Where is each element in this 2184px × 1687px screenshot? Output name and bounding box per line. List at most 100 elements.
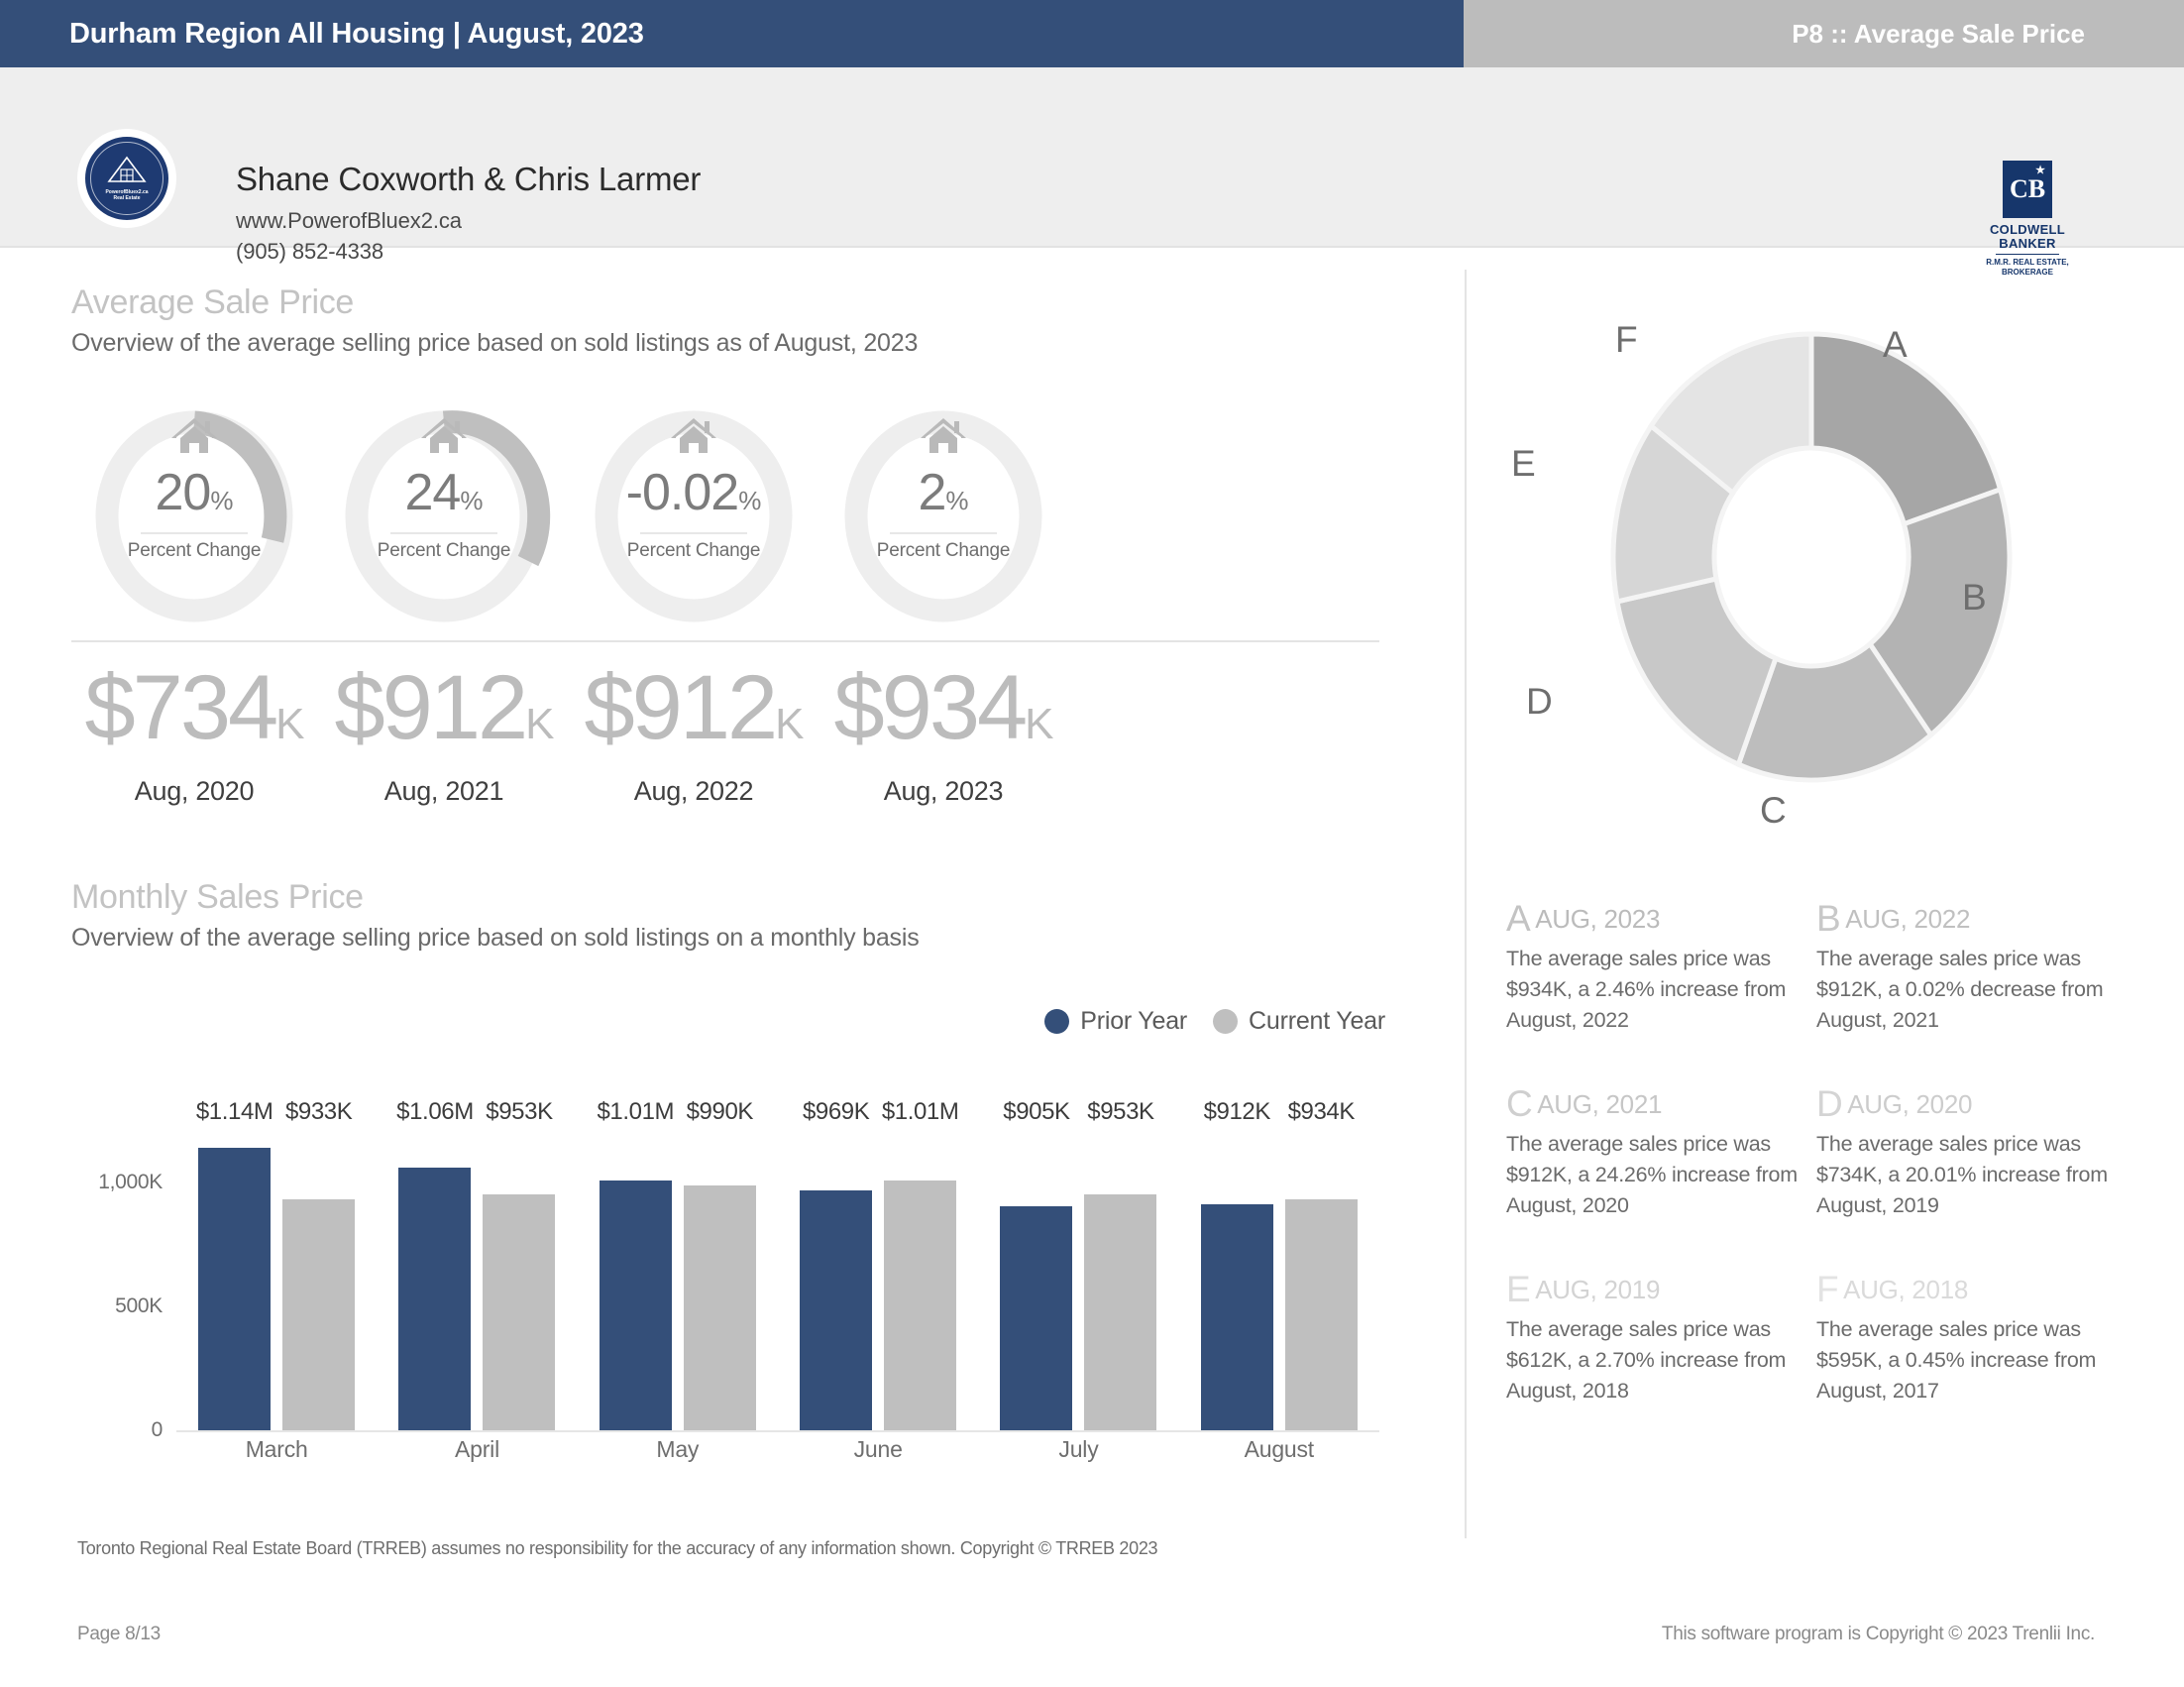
bar-label-july-current: $953K <box>1087 1098 1154 1125</box>
bar-june-prior[interactable]: $969K <box>800 1098 873 1430</box>
brokerage-name-line1: COLDWELL <box>1989 222 2066 237</box>
card-header-d: D AUG, 2020 <box>1816 1083 2127 1125</box>
price-amount-2020: $734 <box>84 657 278 758</box>
chart-legend: Prior Year Current Year <box>1044 1007 1385 1036</box>
house-roof-icon <box>107 156 147 182</box>
gauge-aug-2022: -0.02% Percent Change <box>569 399 819 622</box>
agent-website[interactable]: www.PowerofBluex2.ca <box>236 208 701 234</box>
year-card-d: D AUG, 2020 The average sales price was $7… <box>1816 1083 2127 1221</box>
card-letter-b: B <box>1816 898 1841 939</box>
bar-label-august-prior: $912K <box>1203 1098 1271 1125</box>
bar-june-current[interactable]: $1.01M <box>882 1098 959 1430</box>
price-amount-2021: $912 <box>334 657 528 758</box>
bar-march-current[interactable]: $933K <box>282 1098 356 1430</box>
percent-symbol: % <box>210 486 234 515</box>
bar-label-april-current: $953K <box>486 1098 553 1125</box>
price-cell-2020: $734K Aug, 2020 <box>69 660 319 807</box>
left-column: Average Sale Price Overview of the avera… <box>0 248 1457 1687</box>
chart-x-axis: March April May June July August <box>176 1436 1379 1463</box>
monthly-bar-chart: 0 500K 1,000K $1.14M $933K $1.06M $953K $1.01M… <box>71 1098 1379 1462</box>
card-period-d: AUG, 2020 <box>1847 1089 1973 1119</box>
legend-item-current-year[interactable]: Current Year <box>1213 1007 1385 1036</box>
coldwell-banker-mark-icon: CB ★ <box>2003 161 2052 218</box>
gauge-center-2020: 20% Percent Change <box>69 465 319 562</box>
gauge-aug-2020: 20% Percent Change <box>69 399 319 622</box>
card-period-f: AUG, 2018 <box>1843 1275 1969 1304</box>
gauge-center-2022: -0.02% Percent Change <box>569 465 819 562</box>
bar-label-may-prior: $1.01M <box>597 1098 675 1125</box>
price-unit: K <box>525 700 554 748</box>
card-body-b: The average sales price was $912K, a 0.0… <box>1816 947 2104 1032</box>
main-content: Average Sale Price Overview of the avera… <box>0 248 2184 1687</box>
gauge-center-2021: 24% Percent Change <box>319 465 569 562</box>
bar-wrap-april-prior: $1.06M <box>396 1098 474 1430</box>
card-letter-f: F <box>1816 1269 1839 1309</box>
bar-august-prior[interactable]: $912K <box>1200 1098 1273 1430</box>
bar-label-april-prior: $1.06M <box>396 1098 474 1125</box>
x-label-august: August <box>1244 1436 1315 1462</box>
price-amount-2023: $934 <box>833 657 1028 758</box>
year-card-f: F AUG, 2018 The average sales price was $5… <box>1816 1269 2127 1406</box>
price-cell-2021: $912K Aug, 2021 <box>319 660 569 807</box>
gauge-label-2022: Percent Change <box>626 540 761 561</box>
percent-change-gauges: 20% Percent Change 24% Percent Change -0… <box>0 399 1457 622</box>
bar-label-march-current: $933K <box>284 1098 353 1125</box>
x-label-april: April <box>454 1436 499 1462</box>
average-sale-price-subtitle: Overview of the average selling price ba… <box>71 329 919 357</box>
card-header-e: E AUG, 2019 <box>1506 1269 1816 1310</box>
legend-dot-prior-year <box>1044 1009 1070 1034</box>
page-label: P8 :: Average Sale Price <box>1792 18 2085 49</box>
footer-copyright: This software program is Copyright © 202… <box>1661 1624 2095 1644</box>
bar-label-july-prior: $905K <box>1003 1098 1070 1125</box>
year-card-e: E AUG, 2019 The average sales price was $6… <box>1506 1269 1816 1406</box>
bar-april-prior[interactable]: $1.06M <box>396 1098 474 1430</box>
gauge-label-2023: Percent Change <box>876 540 1011 561</box>
bar-wrap-may-current: $990K <box>683 1098 756 1430</box>
gauge-aug-2021: 24% Percent Change <box>319 399 569 622</box>
donut-label-a: A <box>1883 324 1908 365</box>
card-body-e: The average sales price was $612K, a 2.7… <box>1506 1317 1787 1403</box>
card-header-b: B AUG, 2022 <box>1816 898 2127 940</box>
x-label-july: July <box>1058 1436 1099 1462</box>
price-cell-2022: $912K Aug, 2022 <box>569 660 819 807</box>
percent-symbol: % <box>945 486 969 515</box>
bar-july-current[interactable]: $953K <box>1084 1098 1157 1430</box>
bar-group-may: $1.01M $990K <box>597 1098 756 1430</box>
bar-may-prior[interactable]: $1.01M <box>597 1098 675 1430</box>
bar-april-current[interactable]: $953K <box>483 1098 556 1430</box>
donut-label-e: E <box>1511 443 1536 484</box>
gauge-divider <box>890 532 997 534</box>
bar-label-may-current: $990K <box>686 1098 754 1125</box>
top-header-bar: Durham Region All Housing | August, 2023… <box>0 0 2184 67</box>
gauge-divider <box>141 532 248 534</box>
gauge-aug-2023: 2% Percent Change <box>819 399 1068 622</box>
price-value-2022: $912K <box>569 660 819 772</box>
bar-label-june-prior: $969K <box>802 1098 870 1125</box>
bar-wrap-july-prior: $905K <box>1000 1098 1073 1430</box>
card-letter-a: A <box>1506 898 1531 939</box>
legend-item-prior-year[interactable]: Prior Year <box>1044 1007 1187 1036</box>
footer-disclaimer: Toronto Regional Real Estate Board (TRRE… <box>77 1538 1158 1558</box>
footer-page-number: Page 8/13 <box>77 1624 161 1644</box>
year-card-c: C AUG, 2021 The average sales price was $9… <box>1506 1083 1816 1221</box>
bar-march-prior[interactable]: $1.14M <box>196 1098 273 1430</box>
bar-august-current[interactable]: $934K <box>1284 1098 1358 1430</box>
bar-july-prior[interactable]: $905K <box>1000 1098 1073 1430</box>
card-body-c: The average sales price was $912K, a 24.… <box>1506 1132 1798 1217</box>
bar-may-current[interactable]: $990K <box>683 1098 756 1430</box>
bar-wrap-july-current: $953K <box>1084 1098 1157 1430</box>
yearly-price-summary: $734K Aug, 2020 $912K Aug, 2021 $912K Au… <box>0 660 1457 807</box>
chart-y-axis: 0 500K 1,000K <box>71 1133 176 1441</box>
gauge-center-2023: 2% Percent Change <box>819 465 1068 562</box>
price-value-2023: $934K <box>819 660 1068 772</box>
bar-label-august-current: $934K <box>1287 1098 1356 1125</box>
card-period-e: AUG, 2019 <box>1535 1275 1661 1304</box>
y-tick-1,000K: 1,000K <box>98 1171 163 1193</box>
card-period-c: AUG, 2021 <box>1537 1089 1663 1119</box>
bar-wrap-june-prior: $969K <box>800 1098 873 1430</box>
agent-logo: PowerofBluex2.ca Real Estate <box>77 129 176 228</box>
bar-group-june: $969K $1.01M <box>800 1098 959 1430</box>
page-label-bar: P8 :: Average Sale Price <box>1464 0 2184 67</box>
bar-wrap-june-current: $1.01M <box>882 1098 959 1430</box>
report-title-bar: Durham Region All Housing | August, 2023 <box>0 0 1464 67</box>
